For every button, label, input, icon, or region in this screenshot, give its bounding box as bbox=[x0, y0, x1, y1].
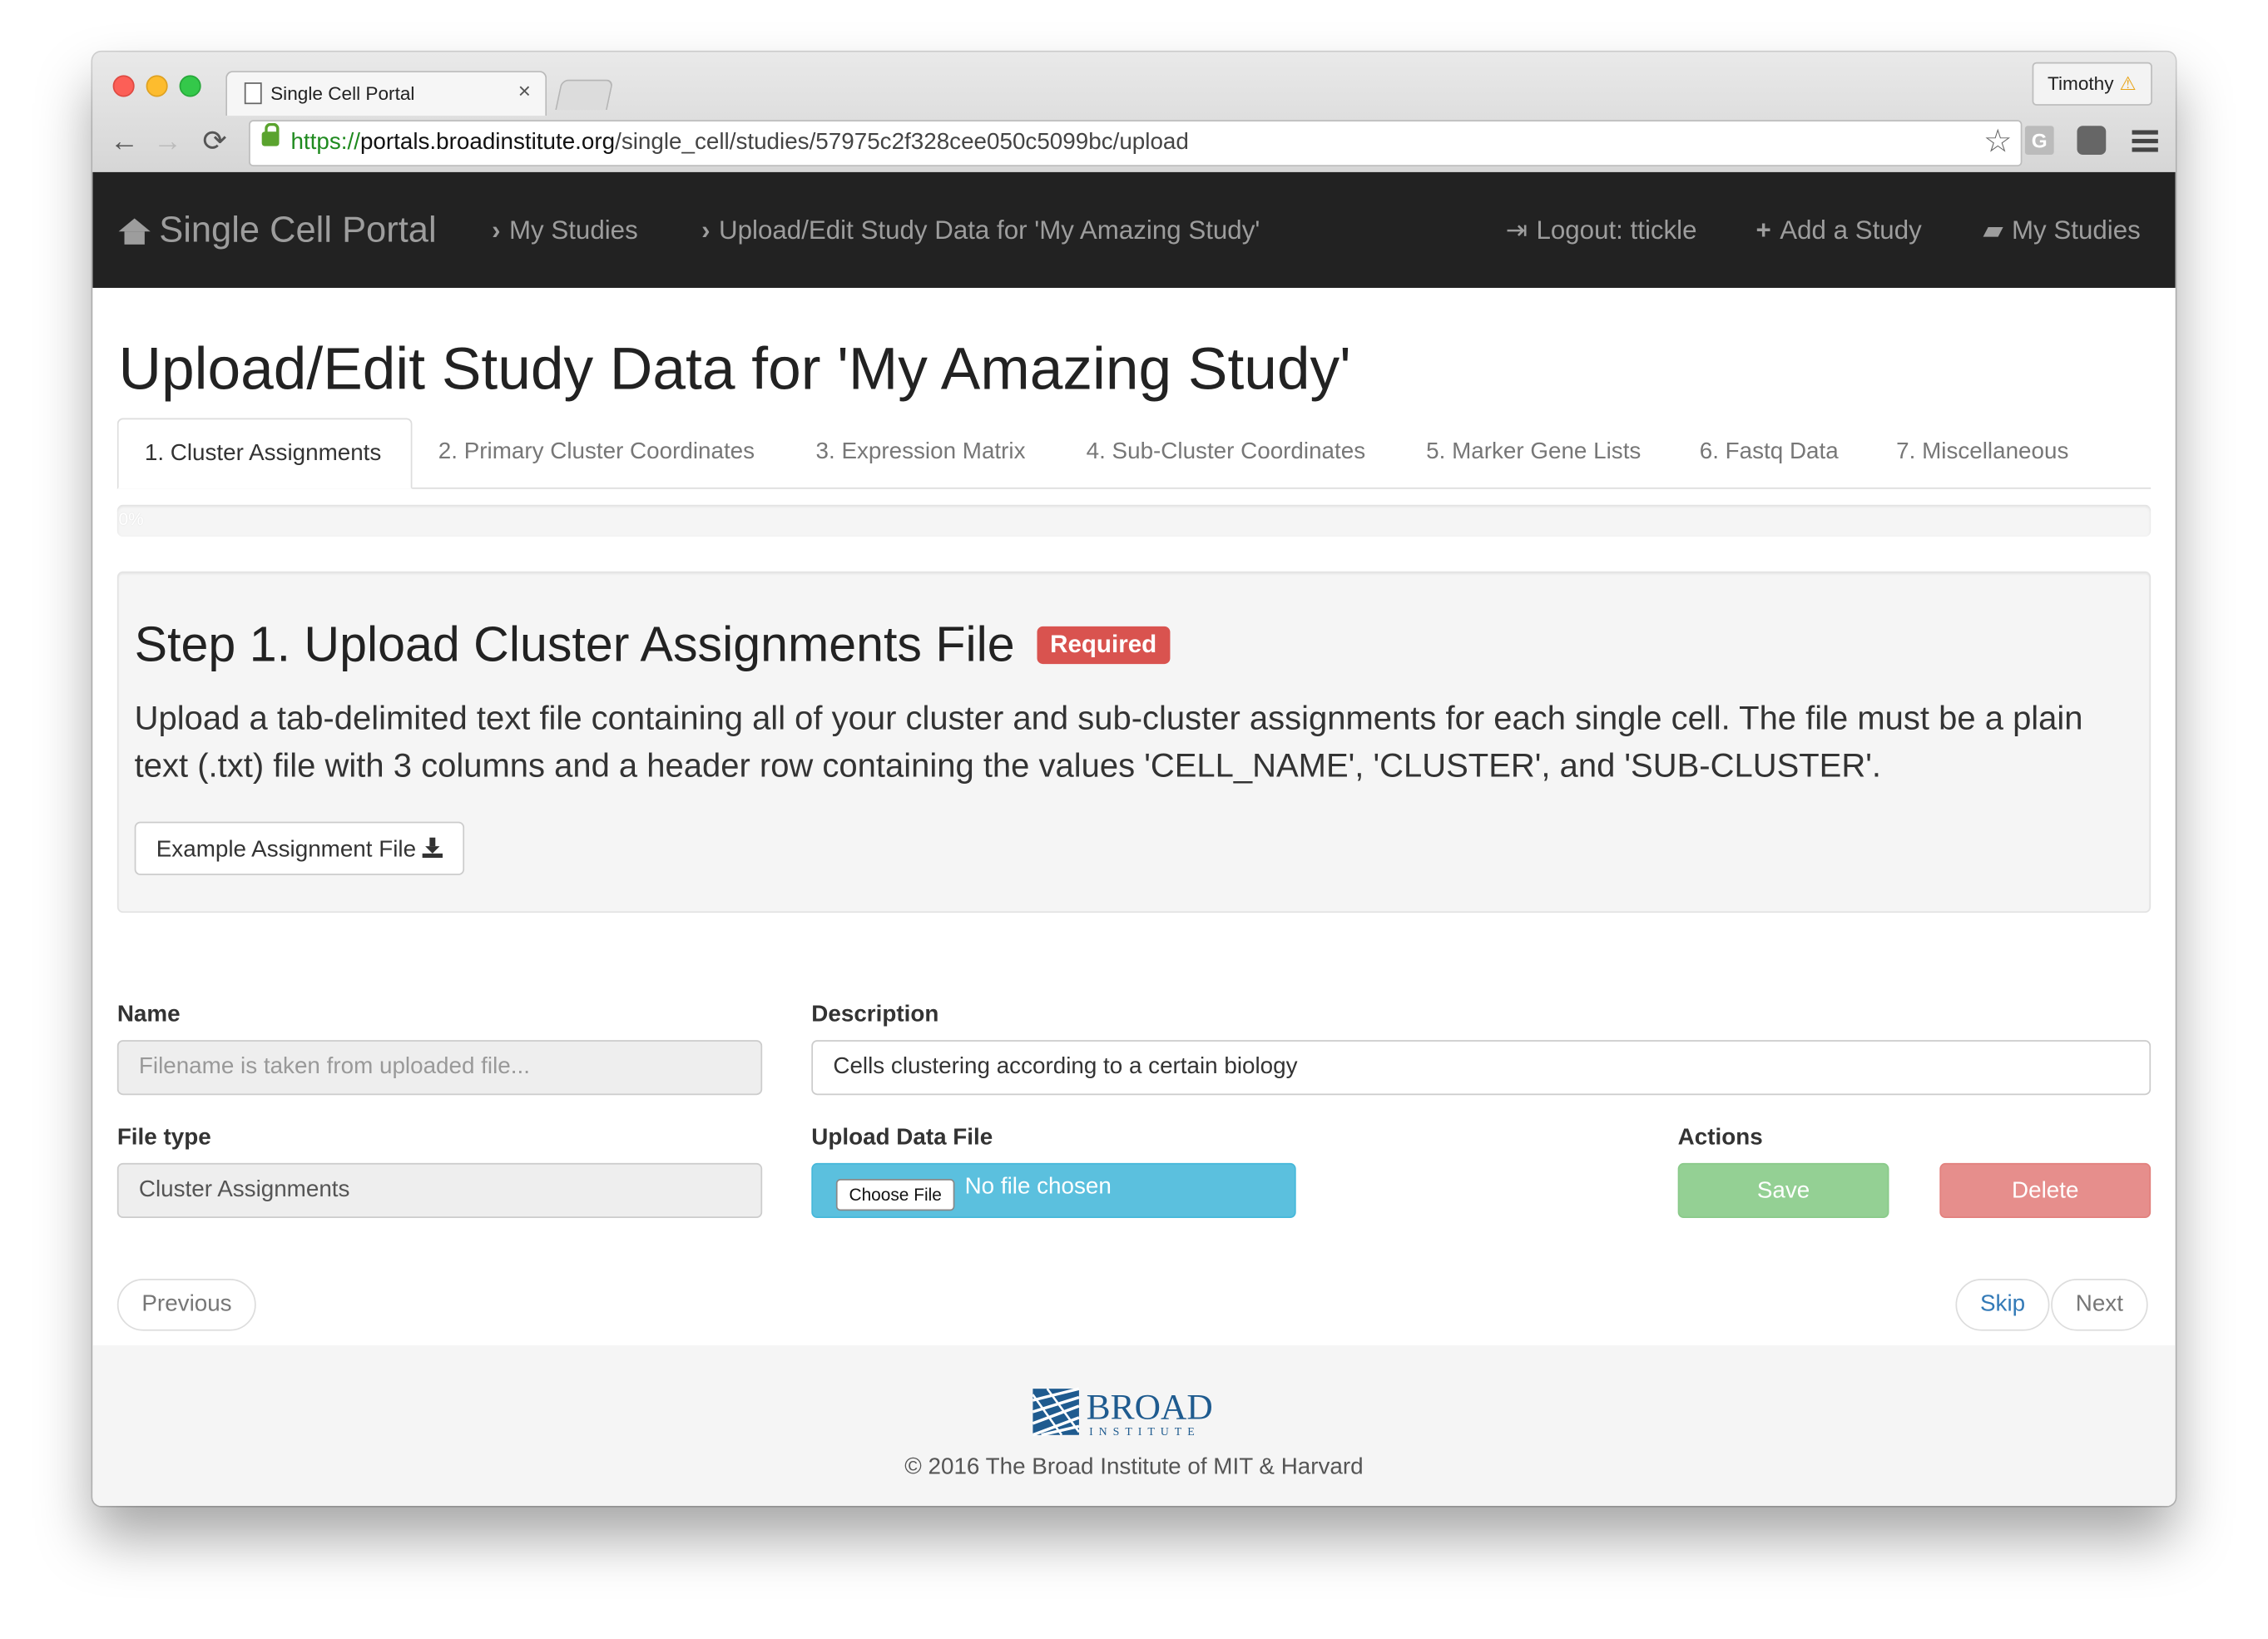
profile-button[interactable]: Timothy ⚠ bbox=[2031, 62, 2152, 106]
upload-progress-bar: 0% bbox=[116, 504, 2152, 537]
document-icon bbox=[244, 82, 262, 105]
example-assignment-file-button[interactable]: Example Assignment File bbox=[134, 821, 464, 875]
page-title: Upload/Edit Study Data for 'My Amazing S… bbox=[118, 335, 1351, 403]
new-tab-button[interactable] bbox=[555, 79, 614, 111]
browser-window: Single Cell Portal × Timothy ⚠ ← → ⟳ http… bbox=[92, 52, 2176, 1506]
tab-title: Single Cell Portal bbox=[270, 82, 415, 105]
footer: BROAD INSTITUTE © 2016 The Broad Institu… bbox=[92, 1344, 2176, 1506]
save-button[interactable]: Save bbox=[1677, 1162, 1889, 1218]
tab-expression-matrix[interactable]: 3. Expression Matrix bbox=[790, 418, 1052, 486]
required-badge: Required bbox=[1037, 626, 1170, 665]
brand-link[interactable]: Single Cell Portal bbox=[118, 172, 437, 288]
description-field[interactable]: Cells clustering according to a certain … bbox=[811, 1040, 2152, 1096]
progress-label: 0% bbox=[118, 509, 144, 530]
profile-name: Timothy bbox=[2048, 72, 2114, 95]
tab-sub-cluster-coordinates[interactable]: 4. Sub-Cluster Coordinates bbox=[1060, 418, 1391, 486]
close-window-button[interactable] bbox=[112, 75, 135, 97]
logo-subword: INSTITUTE bbox=[1089, 1426, 1201, 1438]
reload-icon[interactable]: ⟳ bbox=[202, 125, 226, 160]
step-instructions-panel: Step 1. Upload Cluster Assignments File … bbox=[116, 571, 2152, 914]
description-label: Description bbox=[811, 1002, 939, 1027]
plus-icon: + bbox=[1755, 215, 1771, 245]
home-icon bbox=[118, 218, 151, 245]
back-icon[interactable]: ← bbox=[110, 125, 139, 160]
tab-fastq-data[interactable]: 6. Fastq Data bbox=[1673, 418, 1864, 486]
name-field[interactable]: Filename is taken from uploaded file... bbox=[116, 1040, 763, 1096]
chevron-right-icon: › bbox=[701, 215, 711, 245]
tab-marker-gene-lists[interactable]: 5. Marker Gene Lists bbox=[1400, 418, 1667, 486]
tab-cluster-assignments[interactable]: 1. Cluster Assignments bbox=[116, 418, 413, 489]
my-studies-link[interactable]: ▰ My Studies bbox=[1983, 172, 2140, 288]
extension-icon[interactable] bbox=[2077, 126, 2107, 156]
tab-primary-cluster-coordinates[interactable]: 2. Primary Cluster Coordinates bbox=[412, 418, 780, 486]
browser-chrome: Single Cell Portal × Timothy ⚠ ← → ⟳ http… bbox=[92, 52, 2176, 174]
browser-tab[interactable]: Single Cell Portal × bbox=[225, 71, 547, 116]
url-text: https://portals.broadinstitute.org/singl… bbox=[290, 130, 1189, 156]
book-icon: ▰ bbox=[1983, 215, 2003, 245]
logout-icon: ⇥ bbox=[1505, 215, 1528, 245]
next-button[interactable]: Next bbox=[2051, 1279, 2148, 1331]
skip-button[interactable]: Skip bbox=[1955, 1279, 2050, 1331]
top-navbar: Single Cell Portal › My Studies › Upload/E… bbox=[92, 171, 2176, 289]
file-type-field[interactable]: Cluster Assignments bbox=[116, 1162, 763, 1218]
lock-icon bbox=[261, 122, 280, 146]
breadcrumb-upload-edit[interactable]: › Upload/Edit Study Data for 'My Amazing … bbox=[701, 172, 1260, 288]
upload-data-file-label: Upload Data File bbox=[811, 1125, 993, 1151]
warning-icon: ⚠ bbox=[2119, 72, 2137, 95]
file-type-label: File type bbox=[116, 1125, 211, 1151]
step-tabs: 1. Cluster Assignments 2. Primary Cluste… bbox=[116, 418, 2152, 489]
menu-icon[interactable] bbox=[2132, 130, 2158, 152]
name-label: Name bbox=[116, 1002, 181, 1027]
tab-miscellaneous[interactable]: 7. Miscellaneous bbox=[1870, 418, 2095, 486]
extension-g-icon[interactable]: G bbox=[2024, 126, 2054, 156]
breadcrumb-my-studies[interactable]: › My Studies bbox=[492, 172, 638, 288]
copyright-text: © 2016 The Broad Institute of MIT & Harv… bbox=[904, 1455, 1364, 1480]
step-heading: Step 1. Upload Cluster Assignments File … bbox=[135, 617, 1170, 674]
forward-icon[interactable]: → bbox=[153, 125, 182, 160]
previous-button[interactable]: Previous bbox=[116, 1279, 257, 1331]
logout-link[interactable]: ⇥ Logout: ttickle bbox=[1506, 172, 1697, 288]
add-study-link[interactable]: + Add a Study bbox=[1756, 172, 1922, 288]
zoom-window-button[interactable] bbox=[179, 75, 201, 97]
step-description: Upload a tab-delimited text file contain… bbox=[134, 698, 2083, 785]
actions-label: Actions bbox=[1677, 1125, 1763, 1151]
logo-word: BROAD bbox=[1087, 1388, 1213, 1428]
broad-institute-logo: BROAD INSTITUTE bbox=[1032, 1387, 1213, 1438]
bookmark-star-icon[interactable]: ☆ bbox=[1983, 123, 2012, 161]
minimize-window-button[interactable] bbox=[146, 75, 168, 97]
address-bar[interactable]: https://portals.broadinstitute.org/singl… bbox=[249, 120, 2023, 166]
download-icon bbox=[422, 837, 443, 859]
delete-button[interactable]: Delete bbox=[1939, 1162, 2152, 1218]
upload-data-file-input[interactable]: Choose File No file chosen bbox=[811, 1162, 1296, 1218]
close-tab-icon[interactable]: × bbox=[518, 80, 531, 105]
chevron-right-icon: › bbox=[492, 215, 501, 245]
no-file-chosen-text: No file chosen bbox=[964, 1174, 1112, 1200]
brand-label: Single Cell Portal bbox=[159, 210, 437, 250]
choose-file-button[interactable]: Choose File bbox=[835, 1179, 955, 1211]
